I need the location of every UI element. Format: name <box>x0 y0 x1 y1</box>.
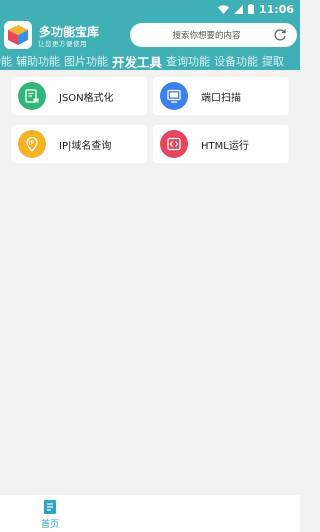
ip-location-icon: IP <box>18 130 46 158</box>
signal-icon <box>233 4 243 14</box>
tool-label-ip-query: IP|域名查询 <box>59 140 112 152</box>
app-logo <box>4 21 32 49</box>
tool-card-json[interactable]: M JSON格式化 <box>11 77 147 115</box>
cube-logo-icon <box>8 25 28 45</box>
tab-extract[interactable]: 提取 <box>262 53 284 69</box>
tool-card-html-run[interactable]: HTML运行 <box>153 125 289 163</box>
search-input[interactable]: 搜索你想要的内容 <box>130 23 297 47</box>
monitor-icon <box>160 82 188 110</box>
tool-label-json: JSON格式化 <box>59 92 114 104</box>
tab-query[interactable]: 查询功能 <box>166 53 210 69</box>
tab-device[interactable]: 设备功能 <box>214 53 258 69</box>
search-placeholder: 搜索你想要的内容 <box>172 31 241 41</box>
tab-image[interactable]: 图片功能 <box>64 53 108 69</box>
nav-home[interactable]: 首页 <box>35 498 65 530</box>
battery-icon <box>247 4 254 14</box>
code-icon <box>160 130 188 158</box>
wifi-icon <box>217 4 229 14</box>
app-header: 11:06 多功能宝库 让您更方便使用 搜索你想要的内容 功能 辅助功能 图片功… <box>0 0 300 70</box>
app-subtitle: 让您更方便使用 <box>38 40 87 48</box>
tool-label-html-run: HTML运行 <box>201 140 249 152</box>
tab-functions[interactable]: 功能 <box>0 53 12 69</box>
svg-text:M: M <box>33 98 39 104</box>
bottom-nav: 首页 <box>0 495 300 532</box>
json-file-icon: M <box>18 82 46 110</box>
book-icon <box>44 500 56 514</box>
nav-home-label: 首页 <box>40 520 59 530</box>
status-time: 11:06 <box>258 2 294 16</box>
status-bar: 11:06 <box>217 2 294 16</box>
tool-card-port-scan[interactable]: 端口扫描 <box>153 77 289 115</box>
category-tabs: 功能 辅助功能 图片功能 开发工具 查询功能 设备功能 提取 <box>0 52 300 70</box>
tool-label-port-scan: 端口扫描 <box>201 92 241 104</box>
svg-text:IP: IP <box>29 141 35 147</box>
refresh-icon[interactable] <box>273 28 287 42</box>
tab-dev-tools[interactable]: 开发工具 <box>112 52 162 70</box>
tool-card-ip-query[interactable]: IP IP|域名查询 <box>11 125 147 163</box>
tab-assist[interactable]: 辅助功能 <box>16 53 60 69</box>
